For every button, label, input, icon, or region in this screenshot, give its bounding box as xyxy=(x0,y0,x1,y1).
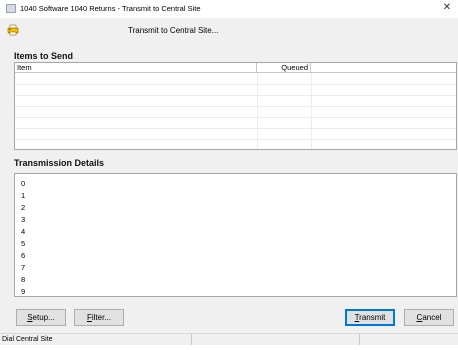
log-line: 9 xyxy=(21,287,26,296)
filter-button[interactable]: Filter... xyxy=(74,309,124,326)
transmit-window: 1040 Software 1040 Returns - Transmit to… xyxy=(0,0,458,350)
grid-line xyxy=(15,117,456,118)
grid-line xyxy=(15,128,456,129)
dialog-header: Transmit to Central Site... xyxy=(0,18,458,43)
items-list[interactable]: Item Queued xyxy=(14,62,457,150)
log-line: 7 xyxy=(21,263,26,272)
title-bar: 1040 Software 1040 Returns - Transmit to… xyxy=(0,0,458,18)
status-bar: Dial Central Site xyxy=(0,333,458,346)
setup-button[interactable]: Setup... xyxy=(16,309,66,326)
grid-line xyxy=(15,106,456,107)
log-line: 6 xyxy=(21,251,26,260)
log-line: 8 xyxy=(21,275,26,284)
log-line: 3 xyxy=(21,215,26,224)
grid-line xyxy=(15,139,456,140)
transmit-label: ransmit xyxy=(359,313,386,322)
cancel-label: ancel xyxy=(422,313,442,322)
grid-line xyxy=(15,95,456,96)
log-line: 1 xyxy=(21,191,26,200)
items-list-header: Item Queued xyxy=(15,63,456,73)
log-line: 2 xyxy=(21,203,26,212)
log-line: 4 xyxy=(21,227,26,236)
items-to-send-label: Items to Send xyxy=(14,51,74,61)
column-header-item[interactable]: Item xyxy=(15,63,257,73)
grid-line xyxy=(15,84,456,85)
setup-label: etup... xyxy=(32,313,55,322)
filter-label: ilter... xyxy=(91,313,111,322)
column-header-queued[interactable]: Queued xyxy=(257,63,311,73)
transmission-details-log[interactable]: 0 1 2 3 4 5 6 7 8 9 xyxy=(14,173,457,297)
log-line: 5 xyxy=(21,239,26,248)
window-bottom-edge xyxy=(0,345,458,350)
grid-column-line xyxy=(311,73,312,149)
app-icon xyxy=(6,4,16,13)
transmit-button[interactable]: Transmit xyxy=(345,309,395,326)
close-icon[interactable]: ✕ xyxy=(440,1,454,15)
printer-icon xyxy=(7,24,19,36)
window-title: 1040 Software 1040 Returns - Transmit to… xyxy=(20,4,201,13)
grid-column-line xyxy=(257,73,258,149)
cancel-button[interactable]: Cancel xyxy=(404,309,454,326)
transmission-details-label: Transmission Details xyxy=(14,158,105,168)
header-text: Transmit to Central Site... xyxy=(128,26,219,35)
log-line: 0 xyxy=(21,179,26,188)
